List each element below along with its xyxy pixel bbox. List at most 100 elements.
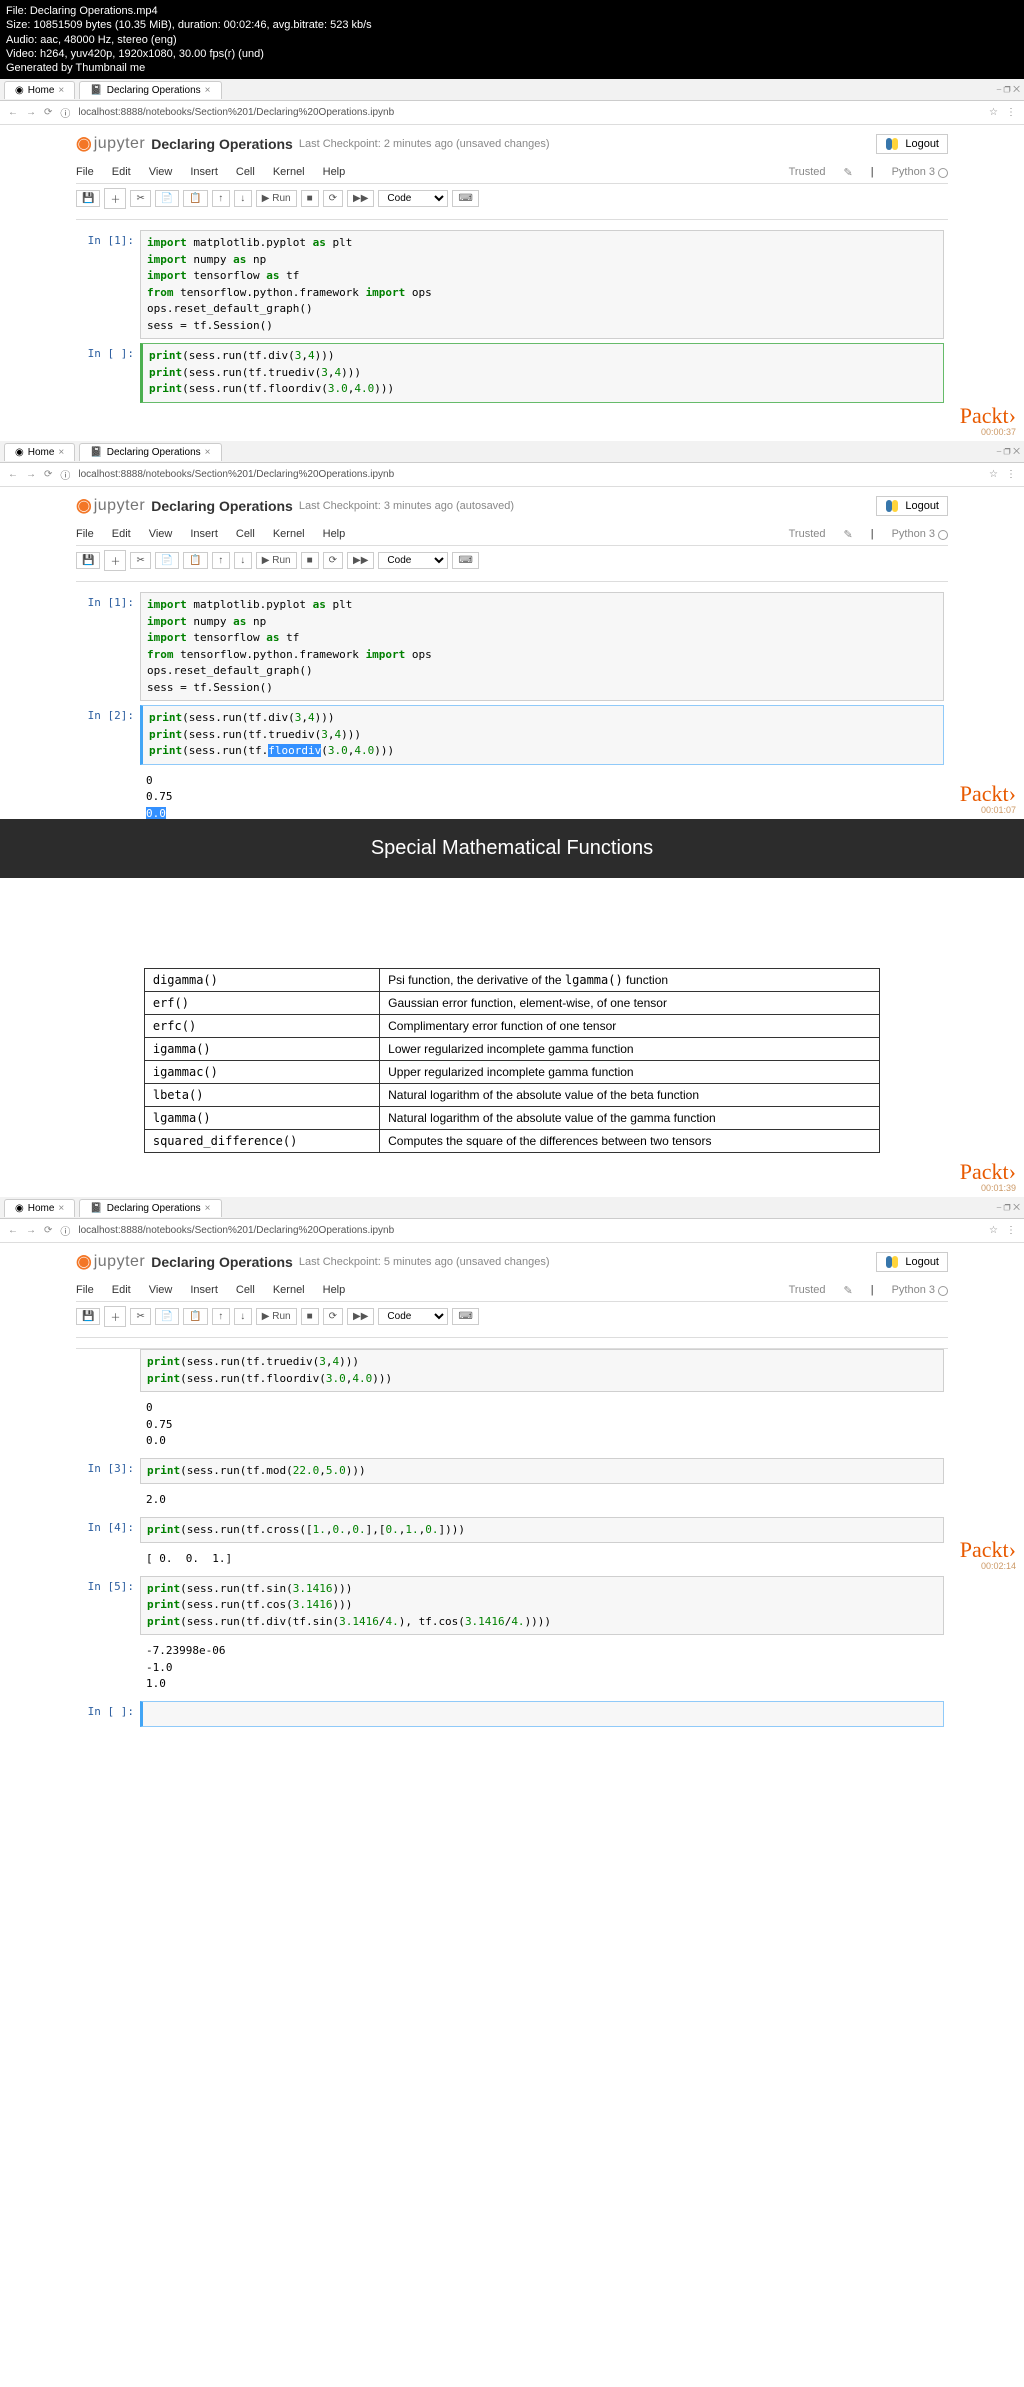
back-icon[interactable]: ← xyxy=(8,1225,18,1236)
stop-button[interactable]: ■ xyxy=(301,552,319,569)
edit-icon[interactable]: ✎ xyxy=(844,166,853,179)
run-all-button[interactable]: ▶▶ xyxy=(347,190,374,207)
command-palette-button[interactable]: ⌨ xyxy=(452,190,478,207)
menu-view[interactable]: View xyxy=(149,528,173,541)
close-icon[interactable]: × xyxy=(58,85,64,96)
tab-notebook[interactable]: 📓Declaring Operations× xyxy=(79,1199,221,1217)
add-cell-button[interactable]: ＋ xyxy=(104,550,126,571)
run-button[interactable]: ▶ Run xyxy=(256,1308,297,1325)
menu-kernel[interactable]: Kernel xyxy=(273,166,305,179)
add-cell-button[interactable]: ＋ xyxy=(104,188,126,209)
url-text[interactable]: localhost:8888/notebooks/Section%201/Dec… xyxy=(78,1225,394,1236)
notebook-title[interactable]: Declaring Operations xyxy=(151,1254,293,1270)
cell-body[interactable]: print(sess.run(tf.div(3,4))) print(sess.… xyxy=(140,705,944,765)
tab-notebook[interactable]: 📓 Declaring Operations × xyxy=(79,81,221,99)
save-button[interactable]: 💾 xyxy=(76,552,100,569)
menu-cell[interactable]: Cell xyxy=(236,528,255,541)
partial-cell[interactable]: print(sess.run(tf.truediv(3,4))) print(s… xyxy=(80,1349,944,1392)
copy-button[interactable]: 📄 xyxy=(155,1308,179,1325)
menu-help[interactable]: Help xyxy=(323,528,346,541)
menu-view[interactable]: View xyxy=(149,1284,173,1297)
cell-body[interactable]: print(sess.run(tf.sin(3.1416))) print(se… xyxy=(140,1576,944,1636)
menu-insert[interactable]: Insert xyxy=(190,528,218,541)
menu-cell[interactable]: Cell xyxy=(236,1284,255,1297)
info-icon[interactable]: ⓘ xyxy=(60,105,70,120)
move-up-button[interactable]: ↑ xyxy=(212,190,230,207)
menu-file[interactable]: File xyxy=(76,1284,94,1297)
cut-button[interactable]: ✂ xyxy=(130,552,150,569)
cut-button[interactable]: ✂ xyxy=(130,190,150,207)
code-cell-active[interactable]: In [ ]: print(sess.run(tf.div(3,4))) pri… xyxy=(80,343,944,403)
menu-edit[interactable]: Edit xyxy=(112,528,131,541)
url-text[interactable]: localhost:8888/notebooks/Section%201/Dec… xyxy=(78,107,394,118)
bookmark-icon[interactable]: ☆ xyxy=(989,107,998,118)
tab-home[interactable]: ◉Home× xyxy=(4,1199,75,1217)
code-cell-1[interactable]: In [1]: import matplotlib.pyplot as plt … xyxy=(80,230,944,339)
code-cell-3[interactable]: In [3]: print(sess.run(tf.mod(22.0,5.0))… xyxy=(80,1458,944,1485)
close-icon[interactable]: × xyxy=(205,85,211,96)
menu-cell[interactable]: Cell xyxy=(236,166,255,179)
edit-icon[interactable]: ✎ xyxy=(844,1284,853,1297)
tab-home[interactable]: ◉ Home × xyxy=(4,81,75,99)
empty-cell[interactable]: In [ ]: xyxy=(80,1701,944,1728)
tab-notebook[interactable]: 📓Declaring Operations× xyxy=(79,443,221,461)
forward-icon[interactable]: → xyxy=(26,1225,36,1236)
notebook-title[interactable]: Declaring Operations xyxy=(151,498,293,514)
save-button[interactable]: 💾 xyxy=(76,1308,100,1325)
run-all-button[interactable]: ▶▶ xyxy=(347,552,374,569)
move-up-button[interactable]: ↑ xyxy=(212,552,230,569)
code-cell-5[interactable]: In [5]: print(sess.run(tf.sin(3.1416))) … xyxy=(80,1576,944,1636)
bookmark-icon[interactable]: ☆ xyxy=(989,469,998,480)
menu-insert[interactable]: Insert xyxy=(190,1284,218,1297)
cell-type-select[interactable]: Code xyxy=(378,1308,448,1325)
tab-home[interactable]: ◉Home× xyxy=(4,443,75,461)
paste-button[interactable]: 📋 xyxy=(183,190,207,207)
back-icon[interactable]: ← xyxy=(8,107,18,118)
command-palette-button[interactable]: ⌨ xyxy=(452,552,478,569)
url-text[interactable]: localhost:8888/notebooks/Section%201/Dec… xyxy=(78,469,394,480)
reload-icon[interactable]: ⟳ xyxy=(44,1225,52,1236)
code-cell-1[interactable]: In [1]: import matplotlib.pyplot as plt … xyxy=(80,592,944,701)
cell-body[interactable]: import matplotlib.pyplot as plt import n… xyxy=(140,592,944,701)
notebook-title[interactable]: Declaring Operations xyxy=(151,136,293,152)
command-palette-button[interactable]: ⌨ xyxy=(452,1308,478,1325)
restart-button[interactable]: ⟳ xyxy=(323,552,343,569)
menu-insert[interactable]: Insert xyxy=(190,166,218,179)
add-cell-button[interactable]: ＋ xyxy=(104,1306,126,1327)
menu-icon[interactable]: ⋮ xyxy=(1006,107,1016,118)
menu-file[interactable]: File xyxy=(76,166,94,179)
run-all-button[interactable]: ▶▶ xyxy=(347,1308,374,1325)
window-controls[interactable]: ⎯ ❐ ✕ xyxy=(997,1202,1024,1213)
menu-edit[interactable]: Edit xyxy=(112,166,131,179)
menu-view[interactable]: View xyxy=(149,166,173,179)
forward-icon[interactable]: → xyxy=(26,469,36,480)
reload-icon[interactable]: ⟳ xyxy=(44,107,52,118)
cell-body[interactable]: print(sess.run(tf.mod(22.0,5.0))) xyxy=(140,1458,944,1485)
menu-icon[interactable]: ⋮ xyxy=(1006,1225,1016,1236)
move-down-button[interactable]: ↓ xyxy=(234,552,252,569)
back-icon[interactable]: ← xyxy=(8,469,18,480)
cell-body[interactable]: import matplotlib.pyplot as plt import n… xyxy=(140,230,944,339)
move-down-button[interactable]: ↓ xyxy=(234,1308,252,1325)
paste-button[interactable]: 📋 xyxy=(183,552,207,569)
move-down-button[interactable]: ↓ xyxy=(234,190,252,207)
menu-help[interactable]: Help xyxy=(323,166,346,179)
menu-file[interactable]: File xyxy=(76,528,94,541)
forward-icon[interactable]: → xyxy=(26,107,36,118)
reload-icon[interactable]: ⟳ xyxy=(44,469,52,480)
cell-body[interactable]: print(sess.run(tf.cross([1.,0.,0.],[0.,1… xyxy=(140,1517,944,1544)
menu-help[interactable]: Help xyxy=(323,1284,346,1297)
jupyter-logo[interactable]: ◉jupyter xyxy=(76,495,145,516)
logout-button[interactable]: Logout xyxy=(876,134,948,154)
code-cell-2[interactable]: In [2]: print(sess.run(tf.div(3,4))) pri… xyxy=(80,705,944,765)
copy-button[interactable]: 📄 xyxy=(155,190,179,207)
menu-kernel[interactable]: Kernel xyxy=(273,1284,305,1297)
run-button[interactable]: ▶ Run xyxy=(256,190,297,207)
bookmark-icon[interactable]: ☆ xyxy=(989,1225,998,1236)
edit-icon[interactable]: ✎ xyxy=(844,528,853,541)
cell-type-select[interactable]: Code xyxy=(378,552,448,569)
cell-body[interactable] xyxy=(140,1701,944,1728)
jupyter-logo[interactable]: ◉jupyter xyxy=(76,133,145,154)
code-cell-4[interactable]: In [4]: print(sess.run(tf.cross([1.,0.,0… xyxy=(80,1517,944,1544)
cell-body[interactable]: print(sess.run(tf.truediv(3,4))) print(s… xyxy=(140,1349,944,1392)
